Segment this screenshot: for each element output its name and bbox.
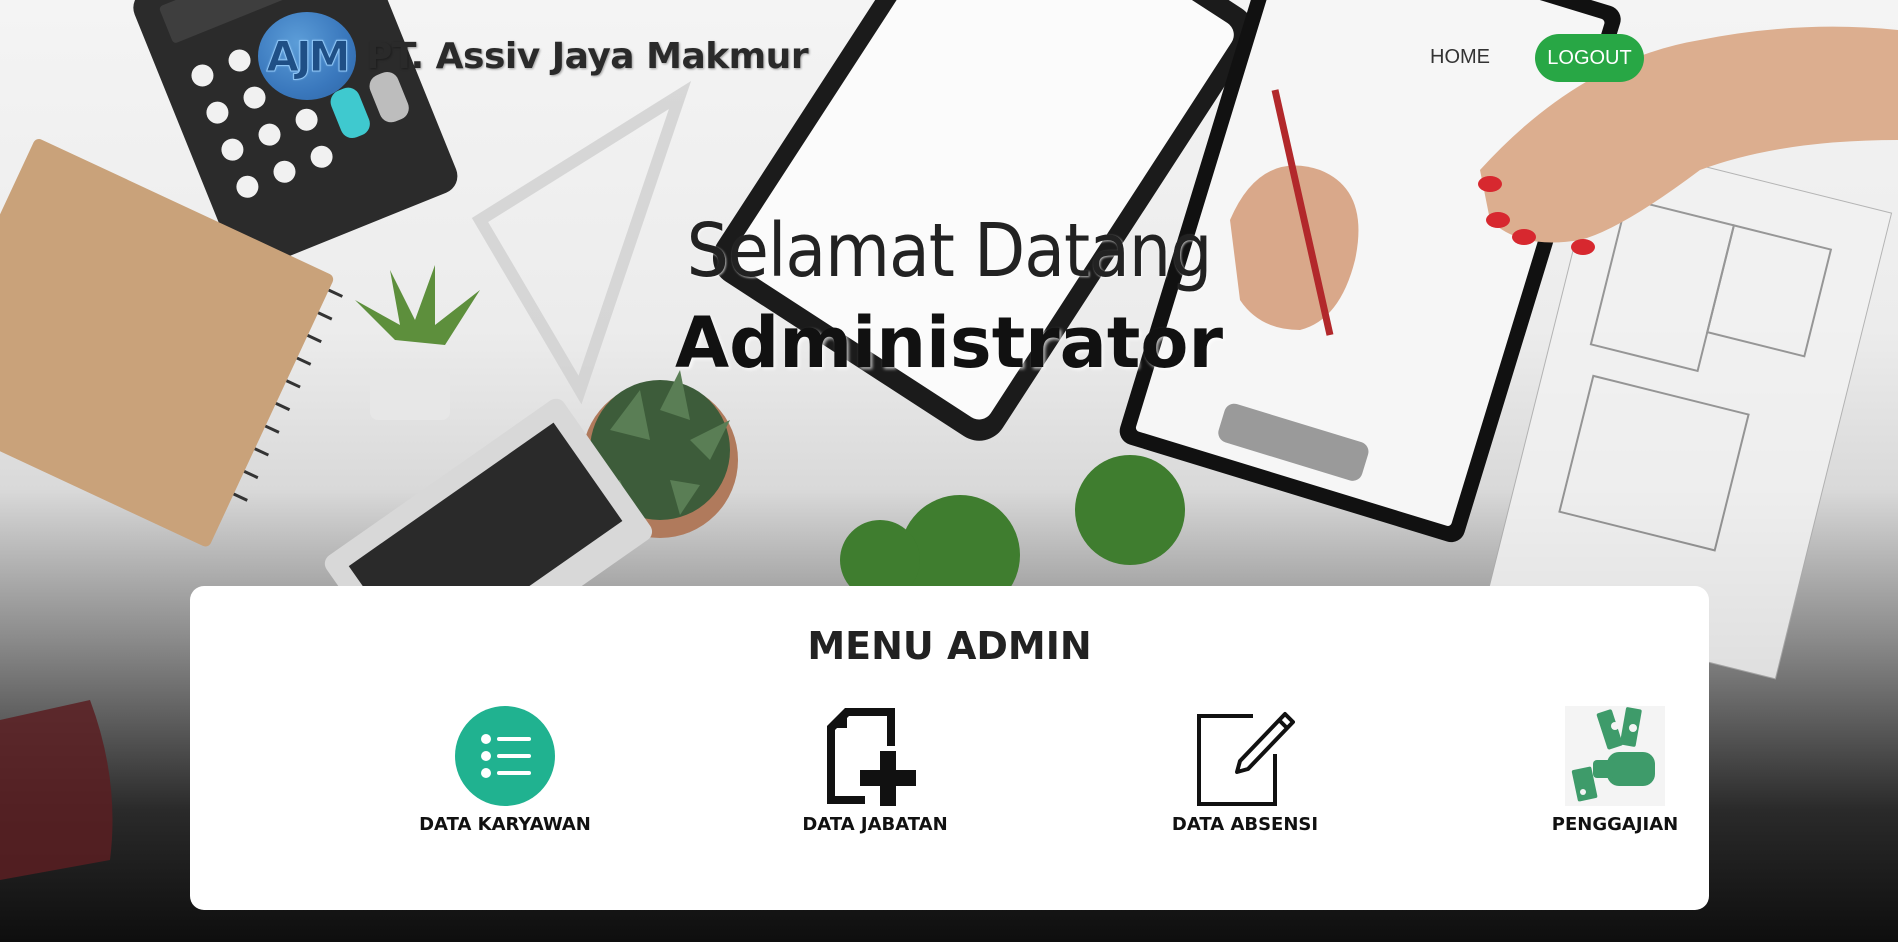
menu-label-data-karyawan: DATA KARYAWAN xyxy=(419,814,591,835)
menu-title: MENU ADMIN xyxy=(807,624,1092,668)
edit-icon xyxy=(1197,712,1295,806)
navbar: AJM PT. Assiv Jaya Makmur HOME LOGOUT xyxy=(0,0,1898,118)
list-icon xyxy=(455,706,555,806)
money-hand-icon xyxy=(1565,706,1665,806)
welcome-section: Selamat Datang Administrator xyxy=(0,208,1898,384)
add-document-icon xyxy=(827,708,916,806)
welcome-role: Administrator xyxy=(674,302,1223,384)
welcome-greeting: Selamat Datang xyxy=(686,208,1213,294)
brand[interactable]: AJM PT. Assiv Jaya Makmur xyxy=(258,12,809,100)
menu-label-data-absensi: DATA ABSENSI xyxy=(1171,814,1319,835)
menu-item-data-jabatan[interactable]: DATA JABATAN xyxy=(765,706,985,835)
logout-button[interactable]: LOGOUT xyxy=(1535,34,1644,82)
menu-label-data-jabatan: DATA JABATAN xyxy=(802,814,948,835)
company-name[interactable]: PT. Assiv Jaya Makmur xyxy=(366,36,809,77)
menu-label-penggajian: PENGGAJIAN xyxy=(1551,814,1679,835)
nav-home-link[interactable]: HOME xyxy=(1430,46,1490,69)
admin-menu-card: MENU ADMIN DATA KARYAWAN DATA JABATAN DA… xyxy=(190,586,1709,910)
menu-item-penggajian[interactable]: PENGGAJIAN xyxy=(1505,706,1725,835)
company-logo[interactable]: AJM xyxy=(258,12,356,100)
menu-item-data-karyawan[interactable]: DATA KARYAWAN xyxy=(395,706,615,835)
logo-text: AJM xyxy=(266,31,351,81)
menu-item-data-absensi[interactable]: DATA ABSENSI xyxy=(1135,706,1355,835)
